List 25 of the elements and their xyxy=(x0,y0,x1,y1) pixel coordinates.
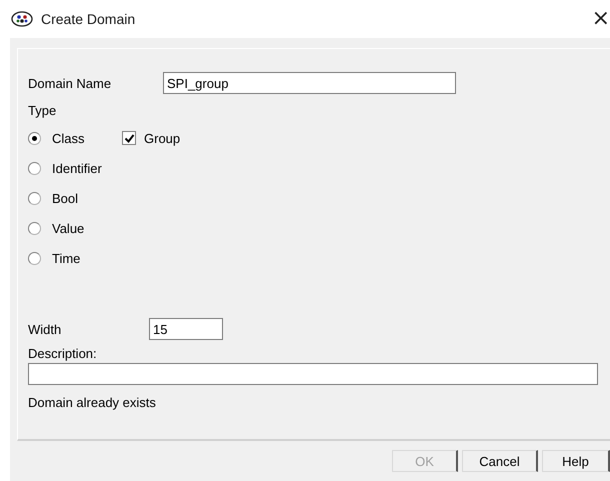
domain-name-label: Domain Name xyxy=(28,76,112,90)
radio-label: Bool xyxy=(52,190,80,206)
close-button[interactable]: × xyxy=(588,9,610,29)
description-field[interactable] xyxy=(28,363,598,385)
description-label: Description: xyxy=(28,345,98,363)
radio-label: Time xyxy=(52,250,82,266)
width-field[interactable]: 15 xyxy=(149,318,223,340)
type-label: Type xyxy=(28,103,58,120)
window-title: Create Domain xyxy=(41,11,136,27)
radio-button[interactable] xyxy=(28,132,41,144)
radio-label: Value xyxy=(52,220,86,236)
group-checkbox[interactable] xyxy=(122,131,136,145)
radio-label: Identifier xyxy=(52,160,103,176)
dialog-button[interactable]: Help xyxy=(542,450,610,472)
radio-button[interactable] xyxy=(28,162,41,174)
radio-button[interactable] xyxy=(28,222,41,234)
dialog-button[interactable]: Cancel xyxy=(462,450,538,472)
width-label: Width xyxy=(28,322,62,336)
app-icon xyxy=(11,11,33,27)
radio-label: Class xyxy=(52,130,86,146)
radio-button[interactable] xyxy=(28,252,41,264)
radio-button[interactable] xyxy=(28,192,41,204)
group-label: Group xyxy=(144,130,180,146)
domain-name-field[interactable]: SPI_group xyxy=(163,72,456,94)
status-message: Domain already exists xyxy=(28,395,157,410)
